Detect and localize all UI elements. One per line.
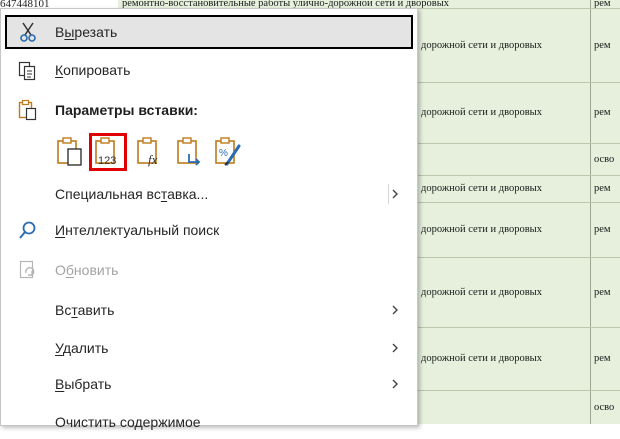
menu-item-label: Параметры вставки: bbox=[55, 102, 198, 118]
menu-item-label: Удалить bbox=[55, 340, 109, 356]
cell-type[interactable]: рем bbox=[591, 258, 620, 327]
cell-type[interactable]: осво bbox=[591, 391, 620, 424]
cell-type[interactable]: рем bbox=[591, 203, 620, 257]
cell-type[interactable]: рем bbox=[591, 9, 620, 82]
paste-formulas-button[interactable]: fx bbox=[131, 133, 169, 171]
menu-item-cut[interactable]: Вырезать bbox=[5, 15, 413, 49]
menu-item-label: Вырезать bbox=[55, 24, 118, 40]
search-icon bbox=[17, 219, 39, 241]
menu-item-delete[interactable]: Удалить bbox=[5, 331, 413, 365]
svg-text:%: % bbox=[219, 148, 228, 159]
svg-text:123: 123 bbox=[98, 155, 116, 167]
menu-item-insert[interactable]: Вставить bbox=[5, 293, 413, 327]
paste-options-row: 123 fx % bbox=[51, 130, 271, 174]
menu-item-label: Интеллектуальный поиск bbox=[55, 222, 220, 238]
scissors-icon bbox=[17, 21, 39, 43]
menu-item-label: Вставить bbox=[55, 302, 115, 318]
cell-type[interactable]: рем bbox=[591, 328, 620, 390]
cell-description[interactable]: ремонтно-восстановительные работы улично… bbox=[118, 0, 591, 8]
refresh-icon bbox=[17, 259, 39, 281]
cell-a-top[interactable]: 647448101 bbox=[0, 0, 118, 8]
chevron-right-icon bbox=[392, 305, 398, 315]
menu-item-paste-special[interactable]: Специальная вставка... bbox=[5, 177, 413, 211]
chevron-right-icon bbox=[392, 343, 398, 353]
cell-type[interactable]: рем bbox=[591, 176, 620, 202]
paste-formatting-button[interactable]: % bbox=[209, 133, 247, 171]
menu-item-label: Обновить bbox=[55, 262, 119, 278]
paste-formulas-icon: fx bbox=[137, 137, 158, 167]
menu-item-clear-contents[interactable]: Очистить содержимое bbox=[5, 405, 413, 439]
paste-values-button[interactable]: 123 bbox=[89, 133, 127, 171]
menu-item-copy[interactable]: Копировать bbox=[5, 53, 413, 87]
svg-text:fx: fx bbox=[148, 152, 158, 167]
menu-item-refresh: Обновить bbox=[5, 253, 413, 287]
paste-default-button[interactable] bbox=[51, 133, 89, 171]
chevron-right-icon bbox=[392, 379, 398, 389]
copy-icon bbox=[17, 59, 39, 81]
menu-item-smart-lookup[interactable]: Интеллектуальный поиск bbox=[5, 213, 413, 247]
paste-formatting-icon: % bbox=[215, 137, 241, 166]
menu-item-label: Очистить содержимое bbox=[55, 414, 201, 430]
menu-item-label: Копировать bbox=[55, 62, 131, 78]
paste-icon bbox=[57, 137, 82, 166]
paste-transpose-icon bbox=[177, 137, 201, 166]
paste-values-icon: 123 bbox=[95, 137, 116, 167]
menu-item-select[interactable]: Выбрать bbox=[5, 367, 413, 401]
context-menu: Вырезать Копировать Параметры вставки: 1… bbox=[0, 8, 418, 430]
chevron-right-icon bbox=[392, 189, 398, 199]
menu-item-label: Специальная вставка... bbox=[55, 186, 209, 202]
menu-item-label: Выбрать bbox=[55, 376, 112, 392]
cell-type[interactable]: рем bbox=[591, 0, 620, 8]
paste-options-heading: Параметры вставки: bbox=[5, 93, 413, 127]
clipboard-icon bbox=[17, 99, 39, 121]
cell-type[interactable]: рем bbox=[591, 83, 620, 143]
cell-type[interactable]: осво bbox=[591, 144, 620, 175]
paste-transpose-button[interactable] bbox=[171, 133, 209, 171]
